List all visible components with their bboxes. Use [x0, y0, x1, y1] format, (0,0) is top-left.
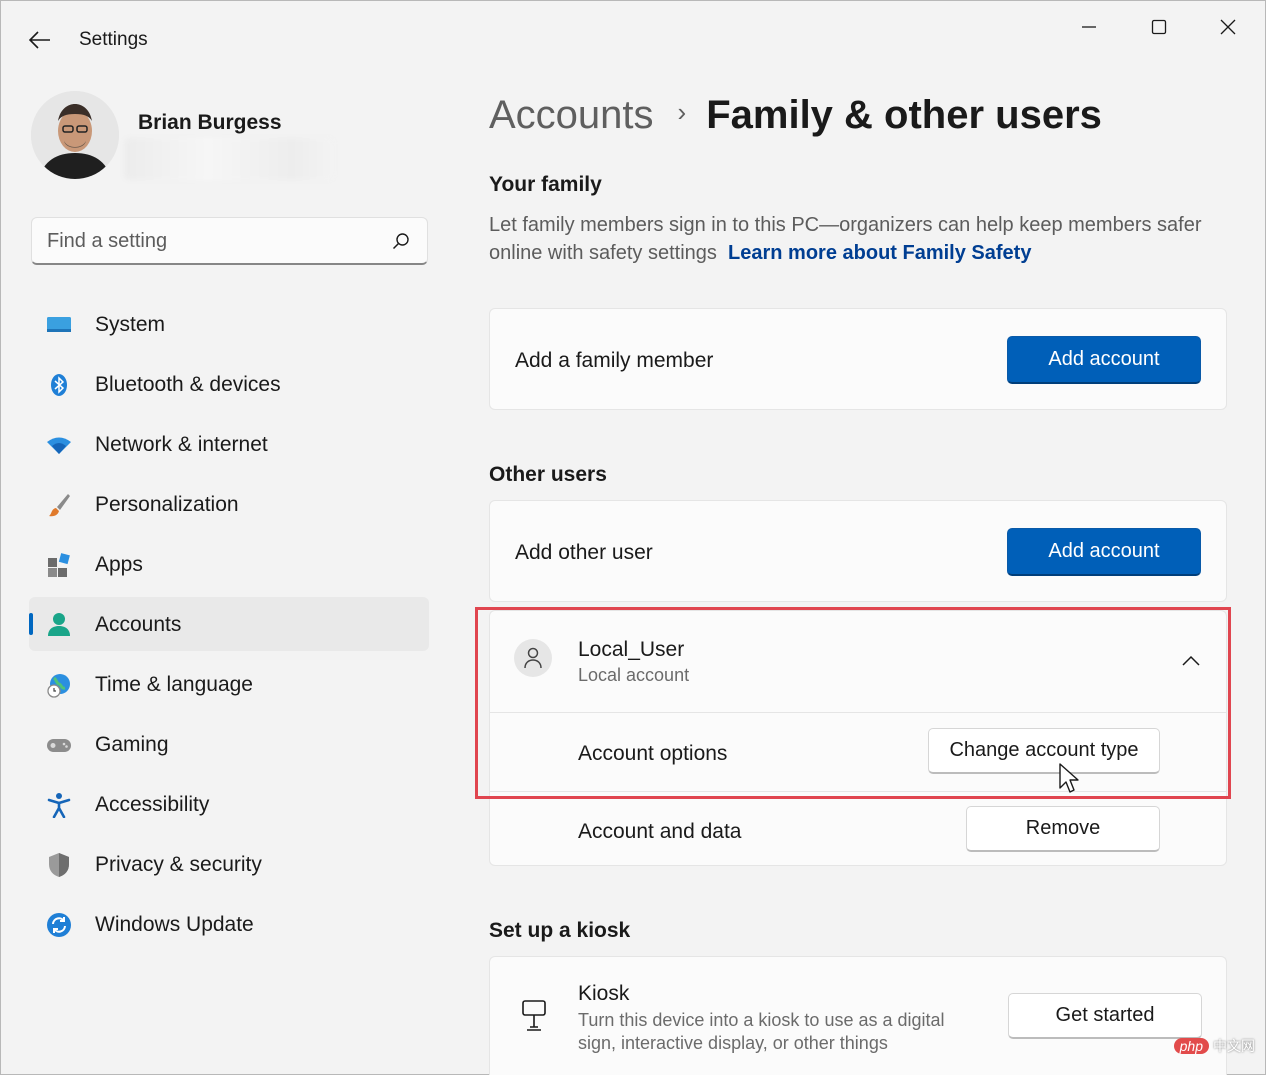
minimize-button[interactable] [1066, 11, 1112, 43]
gamepad-icon [46, 732, 72, 758]
kiosk-section-title: Set up a kiosk [489, 919, 631, 942]
maximize-button[interactable] [1136, 11, 1182, 43]
get-started-button[interactable]: Get started [1008, 993, 1202, 1039]
sidebar-item-label: Gaming [95, 733, 169, 756]
kiosk-icon [522, 1000, 546, 1031]
sidebar-item-privacy-security[interactable]: Privacy & security [29, 837, 429, 891]
add-other-user-label: Add other user [515, 541, 653, 564]
update-icon [46, 912, 72, 938]
accessibility-icon [46, 792, 72, 818]
sidebar-nav: System Bluetooth & devices Network & int… [29, 297, 429, 957]
globe-clock-icon [46, 672, 72, 698]
highlight-box [475, 607, 1231, 799]
user-profile: Brian Burgess [31, 91, 431, 191]
kiosk-name: Kiosk [578, 982, 630, 1005]
wifi-icon [46, 432, 72, 458]
sidebar-item-label: Accessibility [95, 793, 210, 816]
sidebar-item-personalization[interactable]: Personalization [29, 477, 429, 531]
chevron-right-icon: › [677, 97, 687, 127]
add-family-member-card: Add a family member Add account [489, 308, 1227, 410]
search-icon [392, 233, 409, 250]
bluetooth-icon [46, 372, 72, 398]
family-section-title: Your family [489, 173, 602, 196]
sidebar-item-label: Privacy & security [95, 853, 262, 876]
close-icon [1220, 19, 1236, 35]
sidebar-item-label: Windows Update [95, 913, 254, 936]
sidebar-item-label: Accounts [95, 613, 182, 636]
search-input[interactable]: Find a setting [31, 217, 428, 265]
brush-icon [46, 492, 72, 518]
sidebar-item-accessibility[interactable]: Accessibility [29, 777, 429, 831]
sidebar-item-label: Apps [95, 553, 143, 576]
watermark-text: 中文网 [1213, 1038, 1255, 1054]
close-button[interactable] [1205, 11, 1251, 43]
maximize-icon [1151, 19, 1167, 35]
sidebar-item-system[interactable]: System [29, 297, 429, 351]
sidebar-item-network[interactable]: Network & internet [29, 417, 429, 471]
sidebar-item-label: Time & language [95, 673, 253, 696]
title-bar: Settings [1, 1, 1265, 77]
sidebar-item-gaming[interactable]: Gaming [29, 717, 429, 771]
avatar[interactable] [31, 91, 119, 179]
settings-window: Settings Brian Burgess Find a setting Sy… [0, 0, 1266, 1075]
sidebar-item-label: System [95, 313, 166, 336]
breadcrumb-parent[interactable]: Accounts [489, 93, 654, 137]
remove-button[interactable]: Remove [966, 806, 1160, 852]
sidebar-item-bluetooth[interactable]: Bluetooth & devices [29, 357, 429, 411]
account-and-data-label: Account and data [578, 820, 742, 843]
sidebar-item-windows-update[interactable]: Windows Update [29, 897, 429, 951]
user-name: Brian Burgess [138, 111, 282, 134]
sidebar-item-label: Bluetooth & devices [95, 373, 281, 396]
other-users-section-title: Other users [489, 463, 607, 486]
accounts-icon [46, 612, 72, 638]
search-placeholder: Find a setting [47, 230, 168, 252]
back-button[interactable] [23, 23, 57, 57]
sidebar-item-accounts[interactable]: Accounts [29, 597, 429, 651]
watermark: php 中文网 [1173, 1036, 1255, 1056]
breadcrumb: Accounts › Family & other users [489, 93, 1102, 138]
add-family-account-button[interactable]: Add account [1007, 336, 1201, 384]
system-icon [46, 312, 72, 338]
kiosk-card: Kiosk Turn this device into a kiosk to u… [489, 956, 1227, 1075]
back-arrow-icon [29, 31, 50, 49]
app-title: Settings [79, 29, 148, 50]
minimize-icon [1082, 26, 1096, 28]
watermark-badge: php [1173, 1038, 1209, 1054]
sidebar-item-time-language[interactable]: Time & language [29, 657, 429, 711]
user-email-redacted [124, 138, 334, 180]
apps-icon [46, 552, 72, 578]
mouse-cursor-icon [1059, 763, 1079, 793]
add-other-user-card: Add other user Add account [489, 500, 1227, 602]
sidebar-item-label: Network & internet [95, 433, 268, 456]
add-family-member-label: Add a family member [515, 349, 714, 372]
shield-icon [46, 852, 72, 878]
family-safety-link[interactable]: Learn more about Family Safety [728, 242, 1031, 264]
sidebar-item-label: Personalization [95, 493, 239, 516]
add-other-account-button[interactable]: Add account [1007, 528, 1201, 576]
page-title: Family & other users [706, 93, 1102, 137]
family-description: Let family members sign in to this PC—or… [489, 211, 1234, 267]
kiosk-description: Turn this device into a kiosk to use as … [578, 1010, 945, 1053]
sidebar-item-apps[interactable]: Apps [29, 537, 429, 591]
